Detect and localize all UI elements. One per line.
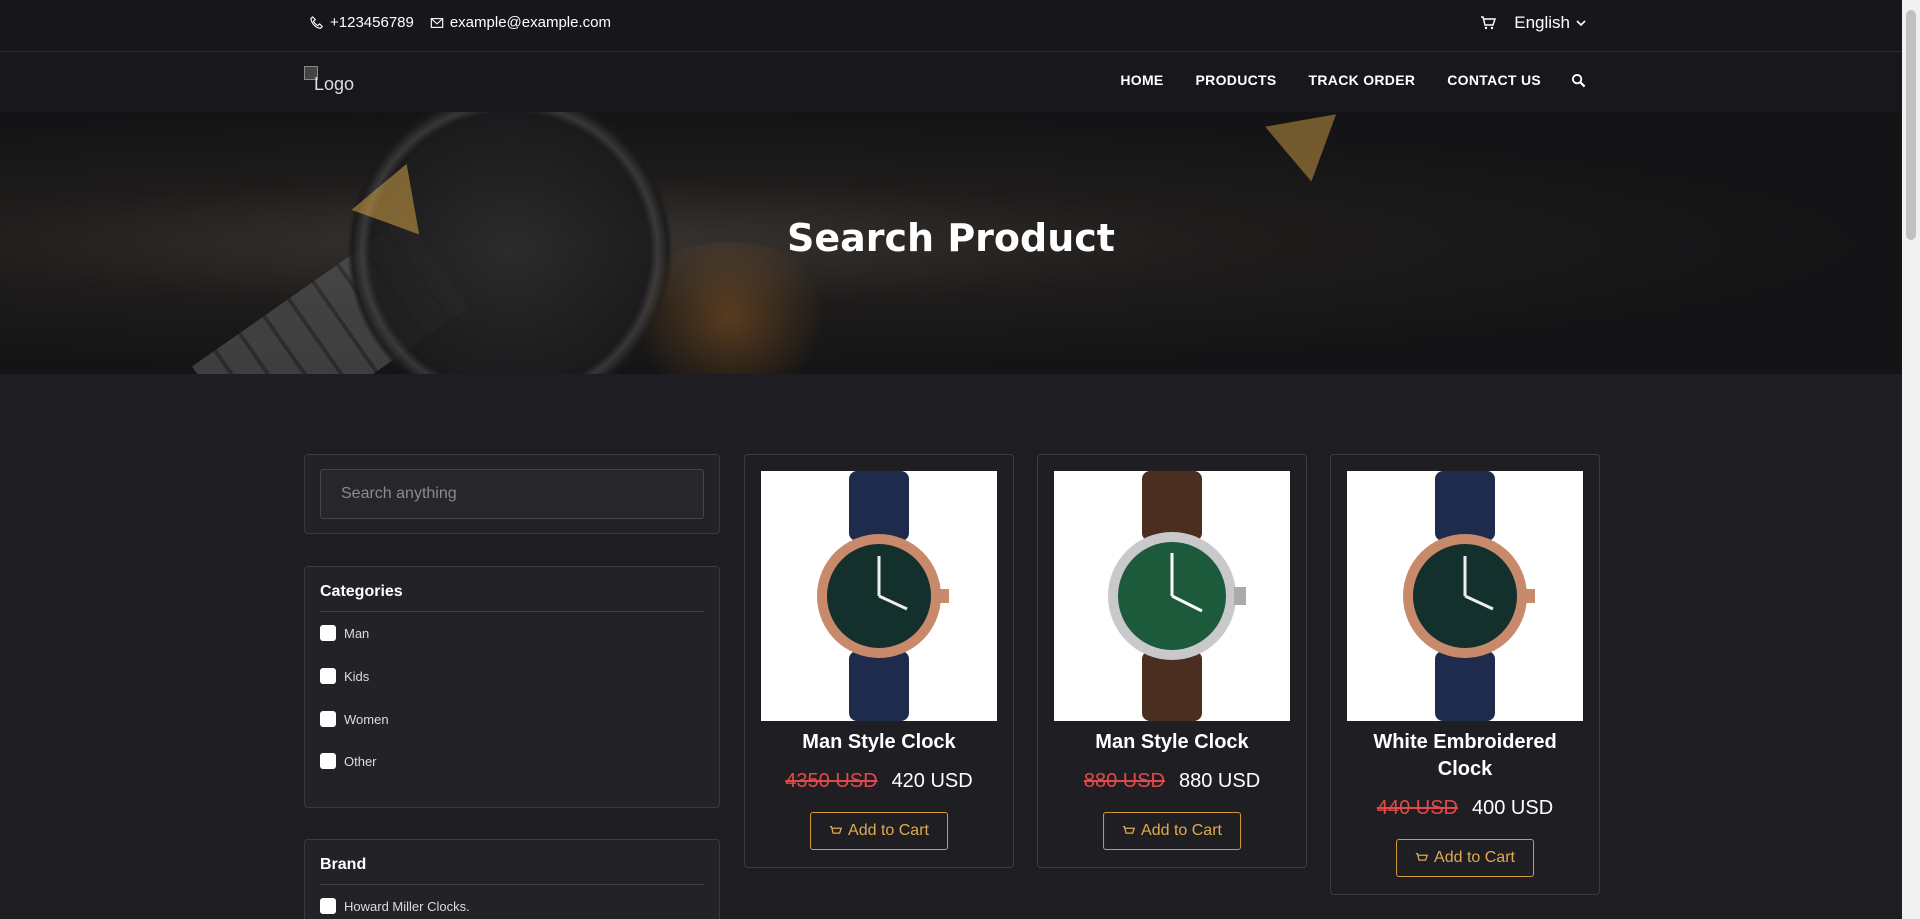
scrollbar-thumb[interactable] — [1906, 10, 1916, 240]
nav-home[interactable]: HOME — [1120, 72, 1163, 88]
watch-image-icon — [1108, 471, 1246, 721]
old-price: 4350 USD — [785, 770, 878, 792]
mail-icon — [430, 17, 444, 28]
language-selector[interactable]: English — [1514, 13, 1586, 33]
divider — [320, 611, 704, 612]
nav-menu: HOME PRODUCTS TRACK ORDER CONTACT US — [1120, 72, 1586, 88]
divider — [320, 884, 704, 885]
brand-filter: Brand Howard Miller Clocks. — [304, 839, 720, 919]
nav-track-order[interactable]: TRACK ORDER — [1309, 72, 1416, 88]
top-bar: +123456789 example@example.com English — [0, 0, 1902, 52]
category-label: Women — [344, 711, 389, 727]
add-to-cart-button[interactable]: Add to Cart — [1103, 812, 1241, 850]
product-price: 440 USD 400 USD — [1331, 797, 1599, 820]
language-label: English — [1514, 13, 1570, 32]
categories-title: Categories — [320, 583, 403, 600]
phone-text: +123456789 — [330, 14, 414, 31]
product-name[interactable]: Man Style Clock — [745, 729, 1013, 756]
page-scrollbar[interactable] — [1902, 0, 1920, 919]
old-price: 880 USD — [1083, 770, 1165, 792]
current-price: 880 USD — [1179, 770, 1261, 792]
brand-title: Brand — [320, 856, 367, 873]
cart-icon[interactable] — [1480, 15, 1497, 31]
nav-contact-us[interactable]: CONTACT US — [1447, 72, 1541, 88]
checkbox[interactable] — [320, 753, 336, 769]
category-label: Man — [344, 625, 370, 641]
add-to-cart-button[interactable]: Add to Cart — [1396, 839, 1534, 877]
product-card[interactable]: Man Style Clock 880 USD 880 USD Add to Ca… — [1037, 454, 1307, 868]
contact-info: +123456789 example@example.com — [310, 14, 611, 31]
phone-icon — [310, 15, 324, 29]
search-input[interactable] — [320, 469, 704, 519]
category-option-man[interactable]: Man — [320, 625, 369, 641]
logo-alt-text: Logo — [314, 74, 355, 94]
bokeh-glow — [620, 242, 840, 374]
product-name[interactable]: Man Style Clock — [1038, 729, 1306, 756]
email-text: example@example.com — [449, 14, 611, 31]
checkbox[interactable] — [320, 711, 336, 727]
product-price: 880 USD 880 USD — [1038, 770, 1306, 793]
cart-icon — [829, 825, 843, 834]
cart-icon — [1415, 852, 1429, 861]
product-card[interactable]: White Embroidered Clock 440 USD 400 USD A… — [1330, 454, 1600, 895]
watch-image-icon — [817, 471, 949, 721]
nav-products[interactable]: PRODUCTS — [1196, 72, 1277, 88]
product-price: 4350 USD 420 USD — [745, 770, 1013, 793]
phone-link[interactable]: +123456789 — [310, 14, 414, 31]
cart-icon — [1122, 825, 1136, 834]
brand-option-howard-miller[interactable]: Howard Miller Clocks. — [320, 898, 470, 914]
category-option-women[interactable]: Women — [320, 711, 389, 727]
category-label: Kids — [344, 668, 370, 684]
categories-filter: Categories Man Kids Women Other — [304, 566, 720, 808]
category-option-kids[interactable]: Kids — [320, 668, 369, 684]
checkbox[interactable] — [320, 625, 336, 641]
search-icon[interactable] — [1571, 73, 1586, 88]
chevron-down-icon — [1576, 20, 1586, 27]
hero-banner: Search Product — [0, 112, 1902, 374]
product-image[interactable] — [761, 471, 997, 721]
button-label: Add to Cart — [848, 822, 929, 839]
category-option-other[interactable]: Other — [320, 753, 377, 769]
triangle-decoration — [1265, 114, 1347, 188]
category-label: Other — [344, 753, 377, 769]
watch-image-icon — [1403, 471, 1535, 721]
product-name[interactable]: White Embroidered Clock — [1331, 729, 1599, 783]
old-price: 440 USD — [1376, 797, 1458, 819]
brand-label: Howard Miller Clocks. — [344, 898, 470, 914]
current-price: 400 USD — [1472, 797, 1554, 819]
product-image[interactable] — [1347, 471, 1583, 721]
page-title: Search Product — [787, 216, 1115, 260]
checkbox[interactable] — [320, 898, 336, 914]
button-label: Add to Cart — [1434, 849, 1515, 866]
button-label: Add to Cart — [1141, 822, 1222, 839]
email-link[interactable]: example@example.com — [430, 14, 611, 31]
search-panel — [304, 454, 720, 534]
product-card[interactable]: Man Style Clock 4350 USD 420 USD Add to C… — [744, 454, 1014, 868]
checkbox[interactable] — [320, 668, 336, 684]
main-navbar: Logo HOME PRODUCTS TRACK ORDER CONTACT U… — [0, 52, 1902, 112]
product-image[interactable] — [1054, 471, 1290, 721]
logo[interactable]: Logo — [304, 66, 384, 94]
current-price: 420 USD — [891, 770, 973, 792]
add-to-cart-button[interactable]: Add to Cart — [810, 812, 948, 850]
